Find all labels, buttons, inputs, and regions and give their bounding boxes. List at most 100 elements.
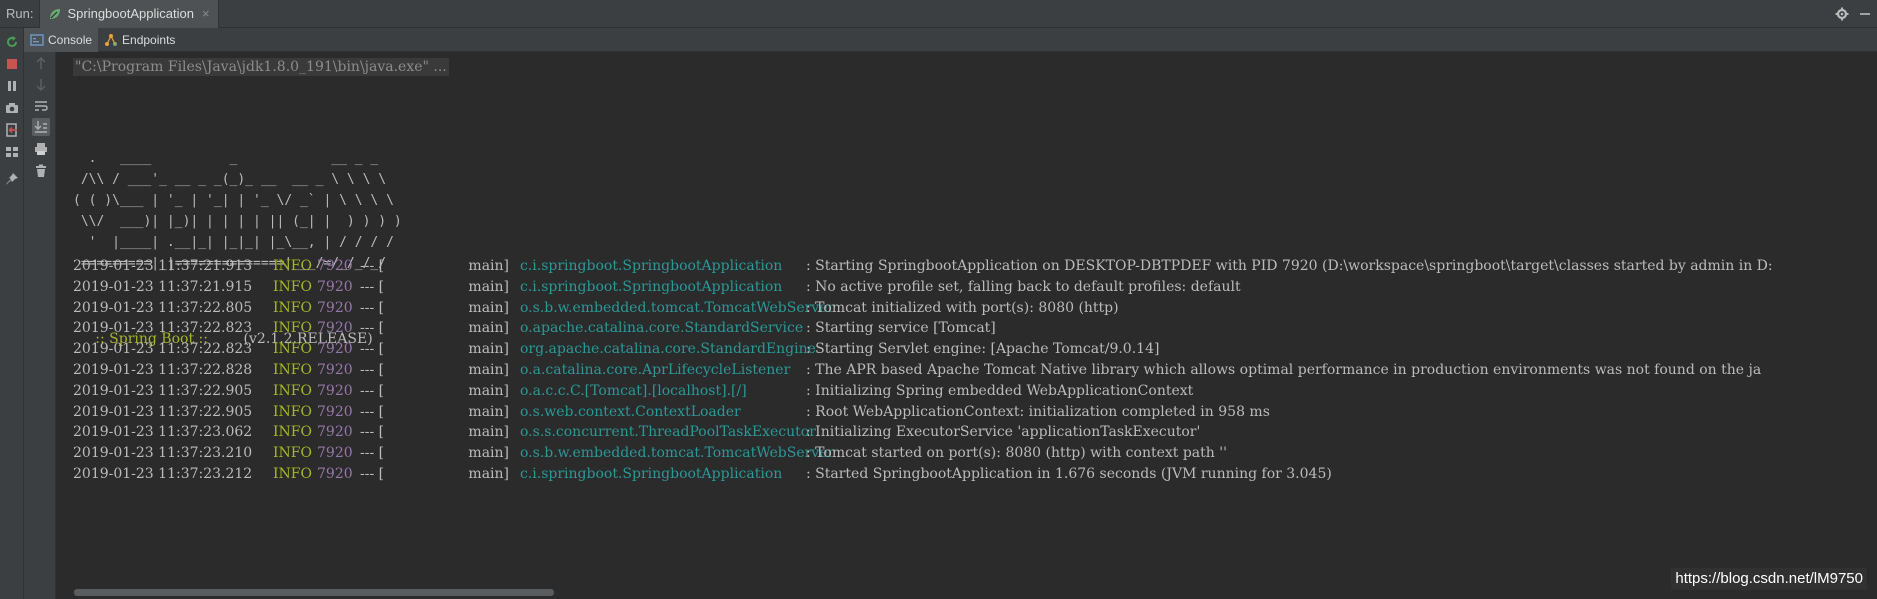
log-level: INFO bbox=[273, 299, 312, 316]
log-level: INFO bbox=[273, 320, 312, 337]
log-message: : Starting SpringbootApplication on DESK… bbox=[806, 258, 1773, 274]
log-pid: 7920 bbox=[317, 445, 353, 462]
java-command-line[interactable]: "C:\Program Files\Java\jdk1.8.0_191\bin\… bbox=[73, 58, 449, 76]
log-message: : Started SpringbootApplication in 1.676… bbox=[806, 466, 1332, 482]
log-message: : No active profile set, falling back to… bbox=[806, 278, 1241, 295]
layout-icon bbox=[6, 147, 18, 157]
log-level: INFO bbox=[273, 341, 312, 358]
pin-icon bbox=[6, 173, 18, 185]
next-occurrence-button[interactable] bbox=[32, 76, 50, 94]
horizontal-scrollbar[interactable] bbox=[57, 586, 1877, 599]
down-arrow-icon bbox=[36, 79, 46, 91]
console-icon bbox=[30, 33, 44, 46]
run-tab-label: SpringbootApplication bbox=[67, 6, 194, 21]
close-icon[interactable]: × bbox=[202, 6, 210, 21]
log-level: INFO bbox=[273, 403, 312, 420]
log-logger: o.s.b.w.embedded.tomcat.TomcatWebServer bbox=[520, 299, 835, 316]
clear-all-button[interactable] bbox=[32, 162, 50, 180]
run-tab-springboot-application[interactable]: SpringbootApplication × bbox=[39, 0, 219, 28]
log-pid: 7920 bbox=[317, 278, 353, 295]
exit-button[interactable] bbox=[4, 122, 20, 138]
restore-layout-button[interactable] bbox=[4, 144, 20, 160]
log-message: : Initializing Spring embedded WebApplic… bbox=[806, 382, 1194, 399]
dump-threads-button[interactable] bbox=[4, 100, 20, 116]
trash-icon bbox=[36, 164, 46, 177]
print-icon bbox=[35, 143, 47, 155]
log-thread: main] bbox=[468, 362, 509, 378]
log-thread: main] bbox=[468, 445, 509, 462]
log-pid: 7920 bbox=[317, 382, 353, 399]
watermark: https://blog.csdn.net/lM9750 bbox=[1671, 568, 1867, 590]
tab-endpoints[interactable]: Endpoints bbox=[98, 28, 181, 52]
pause-button[interactable] bbox=[4, 78, 20, 94]
stop-button[interactable] bbox=[4, 56, 20, 72]
scroll-to-end-button[interactable] bbox=[32, 118, 50, 136]
tab-console-label: Console bbox=[48, 32, 93, 47]
log-logger: o.s.b.w.embedded.tomcat.TomcatWebServer bbox=[520, 445, 835, 462]
log-message: : Tomcat initialized with port(s): 8080 … bbox=[806, 299, 1119, 316]
gear-icon[interactable] bbox=[1835, 7, 1849, 21]
log-level: INFO bbox=[273, 382, 312, 399]
log-thread: main] bbox=[468, 320, 509, 337]
log-timestamp: 2019-01-23 11:37:23.210 bbox=[73, 445, 253, 462]
log-timestamp: 2019-01-23 11:37:22.905 bbox=[73, 403, 253, 420]
camera-icon bbox=[6, 103, 18, 113]
exit-icon bbox=[6, 123, 17, 137]
console-output[interactable]: "C:\Program Files\Java\jdk1.8.0_191\bin\… bbox=[57, 52, 1877, 586]
pin-tab-button[interactable] bbox=[4, 171, 20, 187]
log-timestamp: 2019-01-23 11:37:21.915 bbox=[73, 278, 253, 295]
log-message: : Initializing ExecutorService 'applicat… bbox=[806, 424, 1201, 441]
log-logger: o.s.s.concurrent.ThreadPoolTaskExecutor bbox=[520, 424, 816, 441]
log-logger: o.a.c.c.C.[Tomcat].[localhost].[/] bbox=[520, 382, 747, 399]
log-logger: o.s.web.context.ContextLoader bbox=[520, 403, 741, 420]
run-label: Run: bbox=[6, 6, 34, 21]
log-timestamp: 2019-01-23 11:37:23.062 bbox=[73, 424, 253, 441]
rerun-button[interactable] bbox=[4, 34, 20, 50]
up-arrow-icon bbox=[36, 57, 46, 69]
rerun-icon bbox=[7, 36, 17, 47]
endpoints-icon bbox=[105, 33, 118, 46]
log-thread: main] bbox=[468, 382, 509, 399]
log-level: INFO bbox=[273, 258, 312, 274]
soft-wrap-icon bbox=[35, 101, 48, 111]
soft-wrap-button[interactable] bbox=[32, 97, 50, 115]
stop-icon bbox=[7, 59, 17, 69]
log-thread: main] bbox=[468, 341, 509, 358]
log-logger: c.i.springboot.SpringbootApplication bbox=[520, 258, 783, 274]
log-level: INFO bbox=[273, 466, 312, 482]
log-message: : Root WebApplicationContext: initializa… bbox=[806, 403, 1270, 420]
log-logger: o.a.catalina.core.AprLifecycleListener bbox=[520, 362, 791, 378]
log-message: : Tomcat started on port(s): 8080 (http)… bbox=[806, 445, 1227, 462]
log-pid: 7920 bbox=[317, 258, 353, 274]
log-level: INFO bbox=[273, 445, 312, 462]
log-level: INFO bbox=[273, 362, 312, 378]
pause-icon bbox=[8, 81, 16, 91]
console-tabs: Console Endpoints bbox=[24, 27, 1877, 52]
log-timestamp: 2019-01-23 11:37:21.913 bbox=[73, 258, 253, 274]
log-level: INFO bbox=[273, 278, 312, 295]
minimize-icon[interactable] bbox=[1859, 7, 1871, 21]
log-timestamp: 2019-01-23 11:37:22.823 bbox=[73, 320, 253, 337]
vertical-scrollbar[interactable] bbox=[1866, 52, 1877, 586]
previous-occurrence-button[interactable] bbox=[32, 54, 50, 72]
log-pid: 7920 bbox=[317, 466, 353, 482]
log-pid: 7920 bbox=[317, 299, 353, 316]
top-right-controls bbox=[1835, 0, 1871, 28]
log-timestamp: 2019-01-23 11:37:22.823 bbox=[73, 341, 253, 358]
run-actions-strip bbox=[0, 28, 24, 599]
log-message: : Starting Servlet engine: [Apache Tomca… bbox=[806, 341, 1160, 358]
horizontal-scrollbar-thumb[interactable] bbox=[74, 589, 554, 596]
log-thread: main] bbox=[468, 466, 509, 482]
scroll-to-end-icon bbox=[34, 121, 47, 133]
tab-console[interactable]: Console bbox=[24, 27, 99, 52]
run-toolbar: Run: SpringbootApplication × bbox=[0, 0, 1877, 28]
log-message: : The APR based Apache Tomcat Native lib… bbox=[806, 362, 1762, 378]
log-timestamp: 2019-01-23 11:37:22.828 bbox=[73, 362, 253, 378]
log-pid: 7920 bbox=[317, 403, 353, 420]
console-tool-strip bbox=[24, 52, 56, 599]
log-timestamp: 2019-01-23 11:37:22.805 bbox=[73, 299, 253, 316]
log-logger: org.apache.catalina.core.StandardEngine bbox=[520, 341, 816, 358]
log-logger: o.apache.catalina.core.StandardService bbox=[520, 320, 804, 337]
print-button[interactable] bbox=[32, 140, 50, 158]
log-thread: main] bbox=[468, 278, 509, 295]
